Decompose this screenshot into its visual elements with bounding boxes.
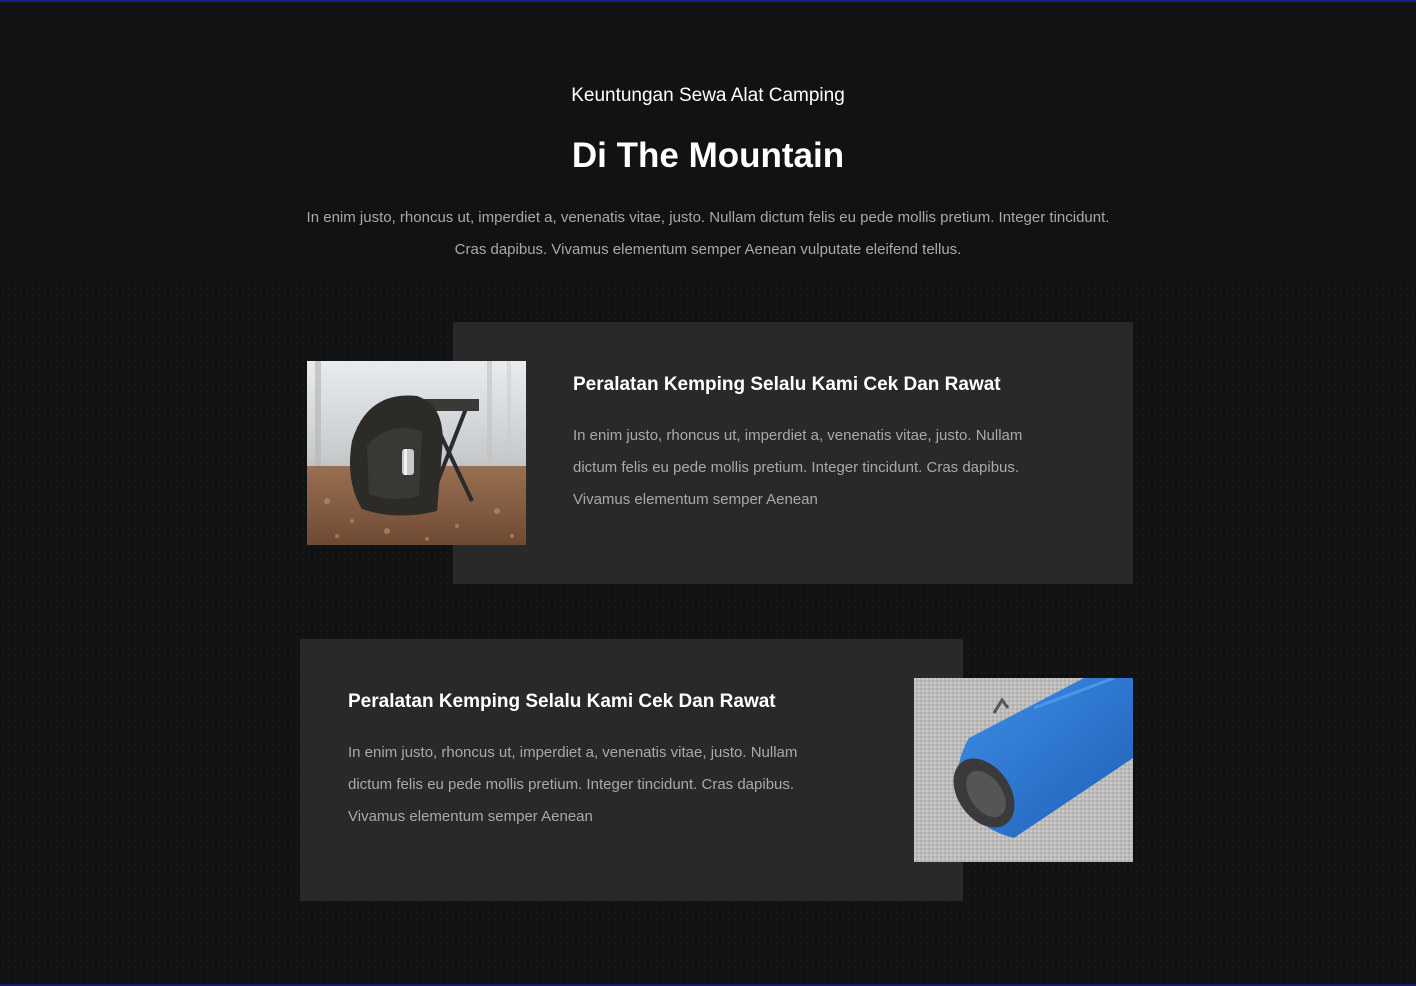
section-eyebrow: Keuntungan Sewa Alat Camping bbox=[571, 85, 845, 106]
feature-card-1: Peralatan Kemping Selalu Kami Cek Dan Ra… bbox=[453, 322, 1133, 584]
feature-card-2: Peralatan Kemping Selalu Kami Cek Dan Ra… bbox=[300, 639, 963, 901]
top-accent-line bbox=[0, 0, 1416, 2]
backpack-photo bbox=[307, 361, 526, 545]
section-intro: In enim justo, rhoncus ut, imperdiet a, … bbox=[306, 209, 1110, 258]
feature-text: In enim justo, rhoncus ut, imperdiet a, … bbox=[348, 744, 798, 825]
section-title: Di The Mountain bbox=[571, 136, 845, 175]
sleeping-bag-photo bbox=[914, 678, 1133, 862]
feature-title: Peralatan Kemping Selalu Kami Cek Dan Ra… bbox=[573, 374, 1001, 395]
feature-text: In enim justo, rhoncus ut, imperdiet a, … bbox=[573, 427, 1023, 508]
feature-title: Peralatan Kemping Selalu Kami Cek Dan Ra… bbox=[348, 691, 776, 712]
